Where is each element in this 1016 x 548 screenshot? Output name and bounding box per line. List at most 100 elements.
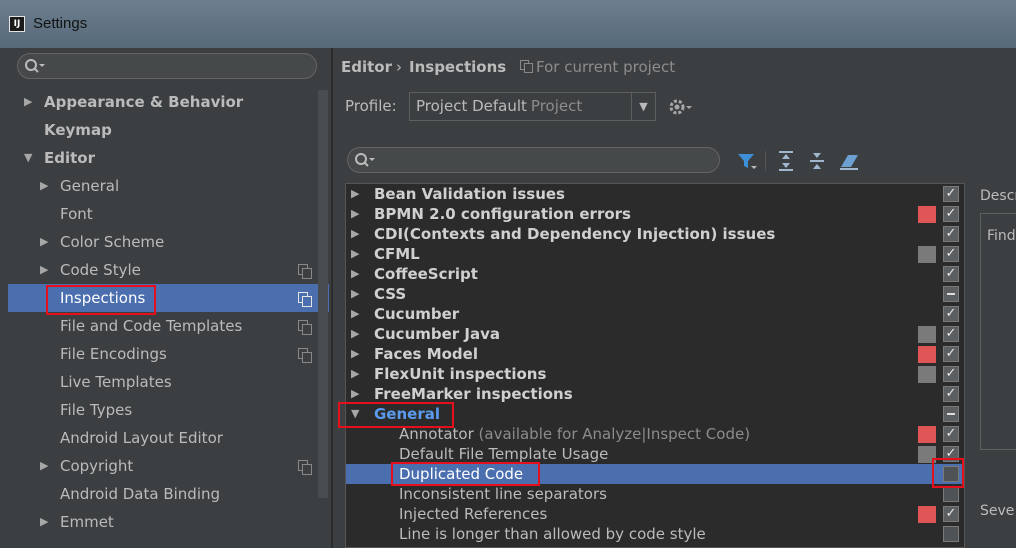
chevron-right-icon[interactable]: ▶ bbox=[351, 244, 359, 264]
enable-checkbox[interactable]: ✓ bbox=[943, 426, 959, 442]
enable-checkbox[interactable]: ✓ bbox=[943, 366, 959, 382]
inspection-hint: (available for Analyze|Inspect Code) bbox=[473, 425, 751, 443]
sidebar-item-editor[interactable]: ▼ Editor bbox=[0, 144, 329, 172]
sidebar-item-copyright[interactable]: ▶ Copyright bbox=[0, 452, 329, 480]
inspection-label: BPMN 2.0 configuration errors bbox=[374, 204, 631, 224]
search-icon bbox=[355, 153, 375, 167]
chevron-right-icon[interactable]: ▶ bbox=[351, 304, 359, 324]
copy-icon bbox=[520, 60, 533, 73]
inspection-row[interactable]: ▶ BPMN 2.0 configuration errors ✓ bbox=[346, 204, 964, 224]
gear-icon[interactable] bbox=[668, 97, 692, 117]
inspection-label: Default File Template Usage bbox=[399, 444, 608, 464]
inspection-label: Line is longer than allowed by code styl… bbox=[399, 524, 706, 544]
panel-divider[interactable] bbox=[331, 48, 333, 548]
expand-all-icon[interactable] bbox=[775, 150, 797, 172]
inspection-label: CFML bbox=[374, 244, 420, 264]
collapse-all-icon[interactable] bbox=[806, 150, 828, 172]
title-bar: IJ Settings bbox=[0, 0, 1016, 48]
enable-checkbox[interactable]: ✓ bbox=[943, 246, 959, 262]
inspection-row[interactable]: ▶ Cucumber ✓ bbox=[346, 304, 964, 324]
sidebar-item-file-encodings[interactable]: File Encodings bbox=[0, 340, 329, 368]
sidebar-item-label: Live Templates bbox=[60, 373, 172, 391]
enable-checkbox[interactable]: ✓ bbox=[943, 386, 959, 402]
copy-icon bbox=[298, 320, 312, 335]
sidebar-item-color-scheme[interactable]: ▶ Color Scheme bbox=[0, 228, 329, 256]
enable-checkbox[interactable] bbox=[943, 526, 959, 542]
chevron-right-icon[interactable]: ▶ bbox=[40, 508, 48, 536]
inspection-row[interactable]: ▶ CoffeeScript ✓ bbox=[346, 264, 964, 284]
sidebar-item-label: Font bbox=[60, 205, 93, 223]
chevron-right-icon[interactable]: ▶ bbox=[40, 452, 48, 480]
enable-checkbox[interactable]: ✓ bbox=[943, 266, 959, 282]
inspection-label: FlexUnit inspections bbox=[374, 364, 546, 384]
sidebar-item-appearance-behavior[interactable]: ▶ Appearance & Behavior bbox=[0, 88, 329, 116]
chevron-right-icon[interactable]: ▶ bbox=[351, 284, 359, 304]
sidebar-item-keymap[interactable]: Keymap bbox=[0, 116, 329, 144]
filter-icon[interactable] bbox=[736, 150, 758, 172]
sidebar-item-android-data-binding[interactable]: Android Data Binding bbox=[0, 480, 329, 508]
enable-checkbox[interactable] bbox=[943, 286, 959, 302]
breadcrumb-editor[interactable]: Editor bbox=[341, 57, 392, 77]
sidebar-item-emmet[interactable]: ▶ Emmet bbox=[0, 508, 329, 536]
inspection-label: CSS bbox=[374, 284, 406, 304]
settings-search-input[interactable] bbox=[17, 53, 317, 79]
severity-indicator bbox=[918, 326, 936, 343]
inspection-row[interactable]: ▶ CSS bbox=[346, 284, 964, 304]
inspection-row[interactable]: Default File Template Usage ✓ bbox=[346, 444, 964, 464]
inspection-row[interactable]: ▶ Cucumber Java ✓ bbox=[346, 324, 964, 344]
chevron-right-icon[interactable]: ▶ bbox=[40, 228, 48, 256]
enable-checkbox[interactable]: ✓ bbox=[943, 226, 959, 242]
sidebar-item-general[interactable]: ▶ General bbox=[0, 172, 329, 200]
chevron-right-icon[interactable]: ▶ bbox=[24, 88, 32, 116]
inspection-row[interactable]: ▶ CFML ✓ bbox=[346, 244, 964, 264]
enable-checkbox[interactable]: ✓ bbox=[943, 206, 959, 222]
sidebar-item-file-and-code-templates[interactable]: File and Code Templates bbox=[0, 312, 329, 340]
chevron-right-icon[interactable]: ▶ bbox=[351, 184, 359, 204]
chevron-right-icon[interactable]: ▶ bbox=[351, 364, 359, 384]
sidebar-item-font[interactable]: Font bbox=[0, 200, 329, 228]
enable-checkbox[interactable]: ✓ bbox=[943, 326, 959, 342]
chevron-right-icon[interactable]: ▶ bbox=[40, 256, 48, 284]
chevron-right-icon[interactable]: ▶ bbox=[351, 384, 359, 404]
inspection-row[interactable]: ▶ Faces Model ✓ bbox=[346, 344, 964, 364]
chevron-right-icon[interactable]: ▶ bbox=[351, 204, 359, 224]
inspection-name: FreeMarker inspections bbox=[374, 385, 573, 403]
chevron-right-icon[interactable]: ▶ bbox=[351, 264, 359, 284]
sidebar-item-code-style[interactable]: ▶ Code Style bbox=[0, 256, 329, 284]
chevron-down-icon[interactable]: ▼ bbox=[24, 144, 32, 172]
inspection-row[interactable]: Line is longer than allowed by code styl… bbox=[346, 524, 964, 544]
enable-checkbox[interactable] bbox=[943, 406, 959, 422]
inspection-row[interactable]: ▶ FlexUnit inspections ✓ bbox=[346, 364, 964, 384]
sidebar-item-live-templates[interactable]: Live Templates bbox=[0, 368, 329, 396]
chevron-right-icon[interactable]: ▶ bbox=[40, 172, 48, 200]
inspection-search-input[interactable] bbox=[347, 147, 720, 173]
enable-checkbox[interactable]: ✓ bbox=[943, 506, 959, 522]
inspection-name: FlexUnit inspections bbox=[374, 365, 547, 383]
sidebar-item-android-layout-editor[interactable]: Android Layout Editor bbox=[0, 424, 329, 452]
inspection-row[interactable]: Injected References ✓ bbox=[346, 504, 964, 524]
enable-checkbox[interactable]: ✓ bbox=[943, 346, 959, 362]
inspection-row[interactable]: Inconsistent line separators bbox=[346, 484, 964, 504]
chevron-down-icon[interactable]: ▼ bbox=[631, 93, 655, 120]
toolbar-separator bbox=[765, 151, 766, 171]
inspection-row[interactable]: ▶ Bean Validation issues ✓ bbox=[346, 184, 964, 204]
chevron-right-icon[interactable]: ▶ bbox=[351, 324, 359, 344]
inspection-name: CoffeeScript bbox=[374, 265, 478, 283]
inspection-row[interactable]: ▶ CDI(Contexts and Dependency Injection) … bbox=[346, 224, 964, 244]
description-text: Find bbox=[987, 228, 1016, 244]
profile-sub: Project bbox=[530, 97, 583, 115]
enable-checkbox[interactable]: ✓ bbox=[943, 306, 959, 322]
enable-checkbox[interactable]: ✓ bbox=[943, 186, 959, 202]
profile-dropdown[interactable]: Project Default Project ▼ bbox=[409, 92, 656, 121]
inspection-row[interactable]: ▶ FreeMarker inspections ✓ bbox=[346, 384, 964, 404]
inspection-label: CDI(Contexts and Dependency Injection) i… bbox=[374, 224, 775, 244]
severity-indicator bbox=[918, 506, 936, 523]
enable-checkbox[interactable] bbox=[943, 486, 959, 502]
chevron-right-icon[interactable]: ▶ bbox=[351, 344, 359, 364]
chevron-right-icon[interactable]: ▶ bbox=[351, 224, 359, 244]
inspection-name: Cucumber bbox=[374, 305, 460, 323]
inspection-name: Line is longer than allowed by code styl… bbox=[399, 525, 706, 543]
sidebar-item-file-types[interactable]: File Types bbox=[0, 396, 329, 424]
tree-scrollbar[interactable] bbox=[318, 90, 328, 498]
reset-icon[interactable] bbox=[838, 150, 860, 172]
